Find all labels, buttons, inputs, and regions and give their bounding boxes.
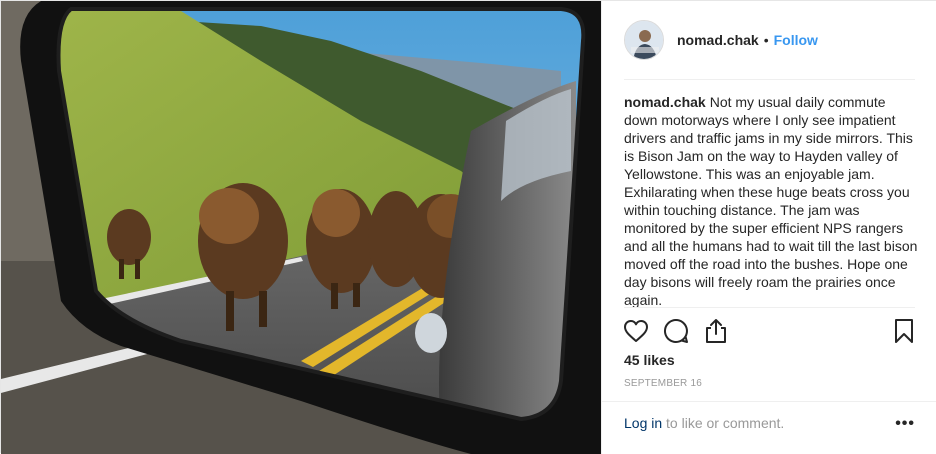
header-separator-dot: •	[763, 32, 769, 48]
comment-button[interactable]	[662, 317, 690, 345]
share-button[interactable]	[702, 317, 730, 345]
heart-icon	[624, 320, 648, 342]
login-link[interactable]: Log in	[624, 415, 662, 431]
post-photo[interactable]	[1, 1, 601, 454]
caption-text: Not my usual daily commute down motorway…	[624, 94, 918, 308]
share-icon	[706, 319, 726, 343]
save-button[interactable]	[890, 317, 918, 345]
login-prompt: Log in to like or comment.	[624, 415, 784, 431]
follow-button[interactable]: Follow	[774, 32, 818, 48]
post-caption: nomad.chak Not my usual daily commute dow…	[624, 93, 920, 309]
instagram-post: nomad.chak • Follow nomad.chak Not my usu…	[0, 0, 936, 454]
login-prompt-text: to like or comment.	[662, 415, 785, 431]
actions-divider	[624, 307, 915, 308]
avatar-image	[625, 21, 663, 59]
more-options-button[interactable]: •••	[895, 415, 915, 433]
footer-divider	[602, 401, 936, 402]
bison-mirror-photo	[1, 1, 601, 454]
post-details-panel: nomad.chak • Follow nomad.chak Not my usu…	[601, 1, 936, 454]
likes-count[interactable]: 45 likes	[624, 352, 675, 368]
comment-icon	[664, 318, 688, 343]
header-divider	[624, 79, 915, 80]
avatar[interactable]	[624, 20, 664, 60]
bookmark-icon	[895, 319, 913, 343]
header-username[interactable]: nomad.chak	[677, 32, 759, 48]
post-header: nomad.chak • Follow	[602, 1, 936, 79]
caption-username[interactable]: nomad.chak	[624, 94, 706, 110]
like-button[interactable]	[622, 317, 650, 345]
post-date[interactable]: September 16	[624, 378, 702, 389]
action-bar	[624, 317, 916, 345]
